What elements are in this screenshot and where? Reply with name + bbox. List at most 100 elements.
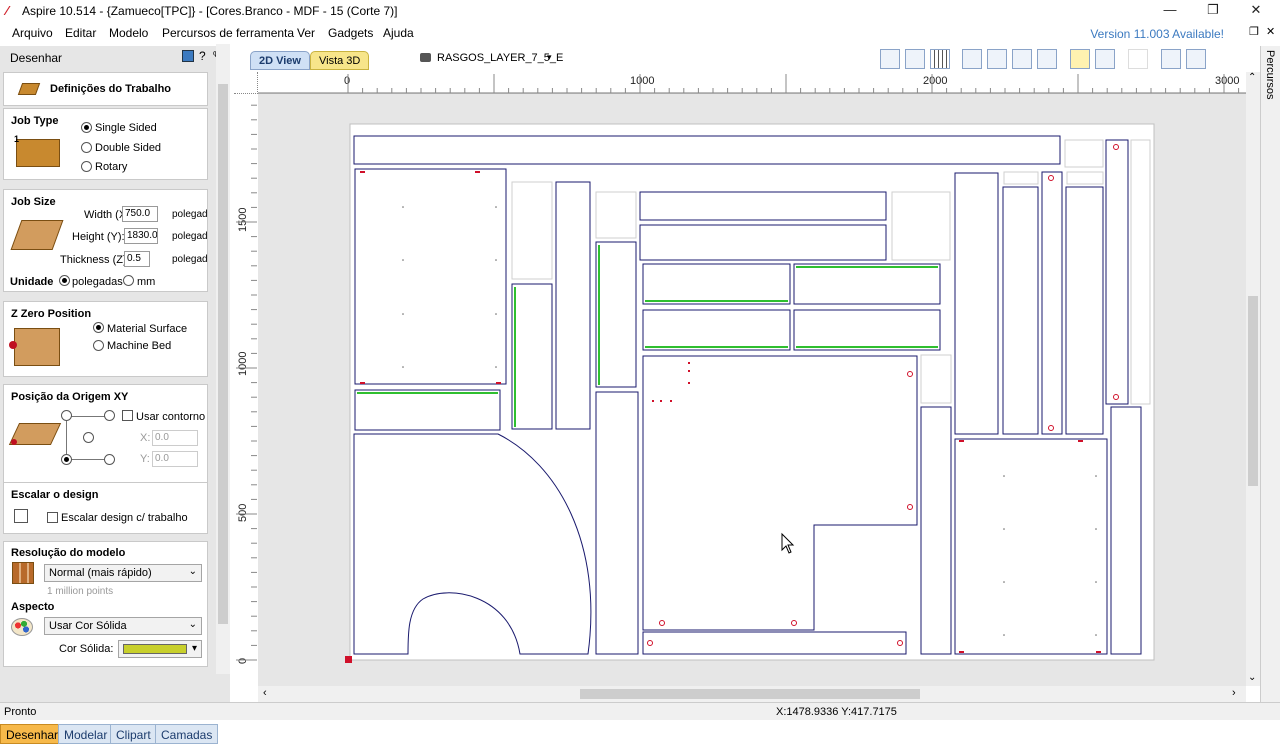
version-available-link[interactable]: Version 11.003 Available! (1090, 27, 1224, 41)
chevron-down-icon: ▾ (547, 52, 552, 62)
vertical-scroll-thumb[interactable] (1248, 296, 1258, 486)
appearance-select[interactable]: Usar Cor Sólida ⌄ (44, 617, 202, 635)
radio-machine-bed[interactable] (93, 340, 104, 351)
rotary-label: Rotary (95, 161, 128, 173)
radio-origin-bottom-right[interactable] (104, 454, 115, 465)
zoom-out-icon[interactable] (1012, 49, 1032, 69)
horizontal-scrollbar[interactable]: ‹ › (258, 686, 1246, 702)
radio-origin-bottom-left[interactable] (61, 454, 72, 465)
menu-ver[interactable]: Ver (297, 26, 315, 40)
grid-icon[interactable] (930, 49, 950, 69)
help-icon[interactable]: ? (199, 49, 206, 63)
panel-icon-button[interactable] (182, 50, 194, 62)
tab-camadas[interactable]: Camadas (155, 724, 219, 744)
left-panel: Desenhar ? ᵠ Definições do Trabalho Job … (0, 46, 230, 744)
menu-ajuda[interactable]: Ajuda (383, 26, 414, 40)
radio-origin-top-right[interactable] (104, 410, 115, 421)
snap-icon[interactable] (1070, 49, 1090, 69)
scale-design-checkbox[interactable] (47, 512, 58, 523)
scroll-up-icon[interactable]: ⌃ (1248, 72, 1256, 83)
layer-selector[interactable]: RASGOS_LAYER_7_5_E ▾ (418, 51, 563, 67)
resolution-select[interactable]: Normal (mais rápido) ⌄ (44, 564, 202, 582)
scale-icon (14, 509, 28, 523)
menu-percursos[interactable]: Percursos de ferramenta (162, 26, 294, 40)
horizontal-scroll-thumb[interactable] (580, 689, 920, 699)
thickness-input[interactable]: 0.5 (124, 251, 150, 267)
scroll-left-icon[interactable]: ‹ (263, 687, 267, 699)
tab-percursos[interactable]: Percursos (1264, 50, 1276, 100)
view-tabs: 2D View Vista 3D (244, 51, 384, 71)
menu-editar[interactable]: Editar (65, 26, 96, 40)
dot (1095, 634, 1097, 636)
machine-bed-label: Machine Bed (107, 340, 172, 352)
radio-unit-mm[interactable] (123, 275, 134, 286)
scroll-thumb[interactable] (218, 84, 228, 624)
vertical-scrollbar[interactable]: ⌃ ⌄ (1246, 72, 1260, 686)
tree-icon[interactable] (1128, 49, 1148, 69)
radio-single-sided[interactable] (81, 122, 92, 133)
tab-modelar[interactable]: Modelar (58, 724, 114, 744)
status-text: Pronto (4, 706, 37, 718)
menu-gadgets[interactable]: Gadgets (328, 26, 373, 40)
mdi-close-button[interactable]: ✕ (1266, 25, 1275, 38)
z-zero-icon (14, 328, 60, 366)
origin-y-input[interactable]: 0.0 (152, 451, 198, 467)
unit-label: Unidade (10, 276, 54, 288)
split-view-icon[interactable] (1186, 49, 1206, 69)
layout-icon[interactable] (1161, 49, 1181, 69)
origin-marker (345, 656, 352, 663)
tab-clipart[interactable]: Clipart (110, 724, 157, 744)
resolution-value: Normal (mais rápido) (49, 567, 152, 579)
hole-mark (360, 171, 365, 173)
scale-design-header: Escalar o design (11, 489, 99, 501)
nesting-canvas[interactable] (258, 94, 1246, 686)
tab-desenhar[interactable]: Desenhar (0, 724, 65, 744)
scroll-down-icon[interactable]: ⌄ (1248, 672, 1256, 683)
hole-mark (688, 362, 690, 364)
radio-rotary[interactable] (81, 161, 92, 172)
single-sided-icon (16, 139, 60, 167)
job-size-section: Job Size Width (X) 750.0 polegadas Heigh… (3, 189, 208, 292)
radio-material-surface[interactable] (93, 322, 104, 333)
dot (1003, 528, 1005, 530)
ruler-left-label-1500: 1500 (237, 208, 249, 232)
menu-arquivo[interactable]: Arquivo (12, 26, 53, 40)
job-setup-header: Definições do Trabalho (3, 72, 208, 106)
toolpath-preview-icon[interactable] (1095, 49, 1115, 69)
radio-unit-polegadas[interactable] (59, 275, 70, 286)
menu-modelo[interactable]: Modelo (109, 26, 148, 40)
chevron-down-icon: ⌄ (188, 619, 197, 630)
use-offset-checkbox[interactable] (122, 410, 133, 421)
dot (1095, 528, 1097, 530)
pan-icon[interactable] (962, 49, 982, 69)
width-unit: polegadas (172, 209, 208, 220)
zoom-all-icon[interactable] (1037, 49, 1057, 69)
close-button[interactable]: ✕ (1246, 2, 1266, 20)
ruler-left-label-500: 500 (237, 504, 249, 522)
minimize-button[interactable]: — (1160, 2, 1180, 20)
restore-button[interactable]: ❐ (1203, 2, 1223, 20)
z-zero-header: Z Zero Position (11, 308, 92, 320)
ruler-top-label-2000: 2000 (923, 75, 947, 87)
radio-double-sided[interactable] (81, 142, 92, 153)
tab-2d-view[interactable]: 2D View (250, 51, 310, 70)
left-ruler: 1500 1000 500 0 (234, 94, 258, 688)
job-setup-title: Definições do Trabalho (50, 83, 172, 95)
zoom-material-icon[interactable] (905, 49, 925, 69)
mdi-restore-button[interactable]: ❐ (1249, 25, 1259, 38)
height-input[interactable]: 1830.0 (124, 228, 158, 244)
hole-mark (959, 440, 964, 442)
width-input[interactable]: 750.0 (122, 206, 158, 222)
right-side-bar: Percursos (1260, 46, 1280, 702)
use-offset-label: Usar contorno (136, 411, 206, 423)
scroll-right-icon[interactable]: › (1232, 687, 1236, 699)
tab-3d-view[interactable]: Vista 3D (310, 51, 370, 70)
zoom-box-icon[interactable] (880, 49, 900, 69)
origin-x-input[interactable]: 0.0 (152, 430, 198, 446)
left-panel-scrollbar[interactable] (216, 44, 230, 674)
drawing-area[interactable] (258, 94, 1246, 686)
radio-origin-center[interactable] (83, 432, 94, 443)
zoom-in-icon[interactable] (987, 49, 1007, 69)
solid-color-picker[interactable]: ▾ (118, 640, 202, 658)
radio-origin-top-left[interactable] (61, 410, 72, 421)
